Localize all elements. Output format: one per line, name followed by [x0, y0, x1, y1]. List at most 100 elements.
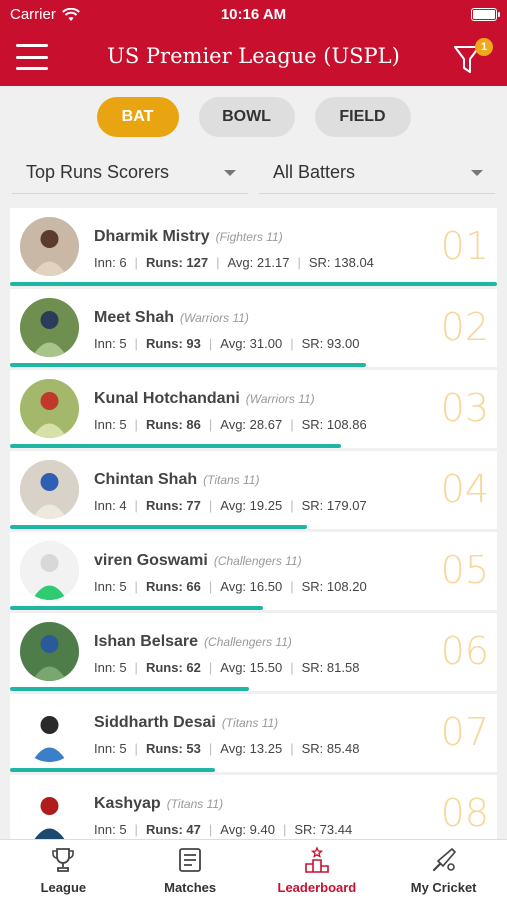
innings-value: 6 [119, 255, 127, 270]
player-rank: 03 [440, 386, 489, 430]
divider: | [216, 255, 220, 270]
trophy-icon [52, 848, 75, 872]
divider: | [208, 336, 213, 351]
player-name[interactable]: Chintan Shah [94, 471, 197, 489]
strike-rate-label: SR: [301, 660, 324, 675]
divider: | [208, 579, 213, 594]
runs-progress-bar [10, 282, 497, 286]
player-row[interactable]: Chintan Shah (Titans 11) Inn: 4 | Runs: … [10, 451, 497, 529]
runs-label: Runs: [145, 498, 183, 513]
player-rank: 07 [440, 710, 489, 754]
batters-dropdown[interactable]: All Batters [259, 152, 495, 194]
player-stats: Inn: 6 | Runs: 127 | Avg: 21.17 | SR: 13… [94, 255, 374, 270]
strike-rate-label: SR: [301, 498, 324, 513]
player-row[interactable]: Ishan Belsare (Challengers 11) Inn: 5 | … [10, 613, 497, 691]
strike-rate-value: 73.44 [319, 822, 353, 837]
nav-leaderboard[interactable]: Leaderboard [254, 840, 381, 900]
player-name[interactable]: Ishan Belsare [94, 633, 198, 651]
divider: | [134, 579, 138, 594]
player-stats: Inn: 4 | Runs: 77 | Avg: 19.25 | SR: 179… [94, 498, 367, 513]
player-name[interactable]: Kashyap [94, 795, 161, 813]
divider: | [134, 336, 138, 351]
innings-value: 5 [119, 741, 127, 756]
average-value: 21.17 [256, 255, 290, 270]
innings-value: 4 [119, 498, 127, 513]
average-label: Avg: [220, 336, 247, 351]
player-team: (Fighters 11) [215, 230, 283, 244]
player-row[interactable]: Dharmik Mistry (Fighters 11) Inn: 6 | Ru… [10, 208, 497, 286]
nav-leaderboard-label: Leaderboard [277, 880, 357, 895]
player-heading: Chintan Shah (Titans 11) [94, 471, 259, 489]
status-bar: Carrier 10:16 AM [0, 0, 507, 30]
divider: | [282, 822, 287, 837]
tab-bowl[interactable]: BOWL [198, 97, 295, 137]
divider: | [134, 741, 138, 756]
strike-rate-value: 93.00 [326, 336, 360, 351]
player-team: (Challengers 11) [213, 554, 302, 568]
category-dropdown[interactable]: Top Runs Scorers [12, 152, 248, 194]
nav-my-cricket-label: My Cricket [410, 880, 477, 895]
innings-label: Inn: [94, 822, 116, 837]
player-avatar [20, 460, 79, 519]
innings-value: 5 [119, 660, 127, 675]
player-heading: Kashyap (Titans 11) [94, 795, 223, 813]
player-row[interactable]: Kunal Hotchandani (Warriors 11) Inn: 5 |… [10, 370, 497, 448]
leaderboard-list: Dharmik Mistry (Fighters 11) Inn: 6 | Ru… [10, 208, 497, 839]
cricket-bat-icon [432, 848, 456, 872]
player-name[interactable]: Siddharth Desai [94, 714, 216, 732]
nav-my-cricket[interactable]: My Cricket [380, 840, 507, 900]
runs-value: 77 [186, 498, 201, 513]
player-name[interactable]: Dharmik Mistry [94, 228, 210, 246]
nav-matches[interactable]: Matches [127, 840, 254, 900]
innings-value: 5 [119, 336, 127, 351]
player-rank: 08 [440, 791, 489, 835]
player-avatar [20, 217, 79, 276]
divider: | [290, 417, 294, 432]
player-stats: Inn: 5 | Runs: 62 | Avg: 15.50 | SR: 81.… [94, 660, 359, 675]
player-name[interactable]: Kunal Hotchandani [94, 390, 240, 408]
player-name[interactable]: viren Goswami [94, 552, 208, 570]
player-name[interactable]: Meet Shah [94, 309, 174, 327]
player-avatar [20, 622, 79, 681]
average-label: Avg: [220, 579, 247, 594]
player-team: (Titans 11) [203, 473, 260, 487]
player-row[interactable]: Kashyap (Titans 11) Inn: 5 | Runs: 47 | … [10, 775, 497, 839]
average-label: Avg: [220, 741, 247, 756]
runs-value: 86 [186, 417, 201, 432]
tab-field[interactable]: FIELD [314, 97, 411, 137]
player-rank: 01 [440, 224, 489, 268]
app-header: US Premier League (USPL) 1 [0, 30, 507, 86]
filter-button[interactable]: 1 [453, 38, 493, 78]
divider: | [290, 741, 294, 756]
player-stats: Inn: 5 | Runs: 93 | Avg: 31.00 | SR: 93.… [94, 336, 359, 351]
runs-label: Runs: [145, 255, 183, 270]
runs-progress-bar [10, 525, 308, 529]
nav-matches-label: Matches [164, 880, 217, 895]
runs-label: Runs: [145, 741, 183, 756]
runs-label: Runs: [145, 336, 183, 351]
caret-down-icon [471, 169, 483, 176]
strike-rate-label: SR: [301, 741, 324, 756]
player-row[interactable]: Meet Shah (Warriors 11) Inn: 5 | Runs: 9… [10, 289, 497, 367]
average-label: Avg: [227, 255, 254, 270]
average-value: 19.25 [249, 498, 283, 513]
strike-rate-value: 108.20 [326, 579, 367, 594]
runs-progress-bar [10, 606, 264, 610]
runs-value: 62 [186, 660, 201, 675]
player-avatar [20, 298, 79, 357]
tab-bat[interactable]: BAT [96, 97, 179, 137]
filter-row: Top Runs Scorers All Batters [12, 152, 495, 194]
player-row[interactable]: viren Goswami (Challengers 11) Inn: 5 | … [10, 532, 497, 610]
runs-value: 53 [186, 741, 201, 756]
innings-label: Inn: [94, 579, 116, 594]
player-heading: viren Goswami (Challengers 11) [94, 552, 302, 570]
nav-league[interactable]: League [0, 840, 127, 900]
divider: | [208, 822, 213, 837]
innings-value: 5 [119, 822, 127, 837]
player-rank: 04 [440, 467, 489, 511]
strike-rate-value: 85.48 [326, 741, 360, 756]
player-row[interactable]: Siddharth Desai (Titans 11) Inn: 5 | Run… [10, 694, 497, 772]
runs-label: Runs: [145, 822, 183, 837]
bottom-navigation: League Matches Leaderboard My Cricket [0, 839, 507, 900]
player-stats: Inn: 5 | Runs: 66 | Avg: 16.50 | SR: 108… [94, 579, 367, 594]
